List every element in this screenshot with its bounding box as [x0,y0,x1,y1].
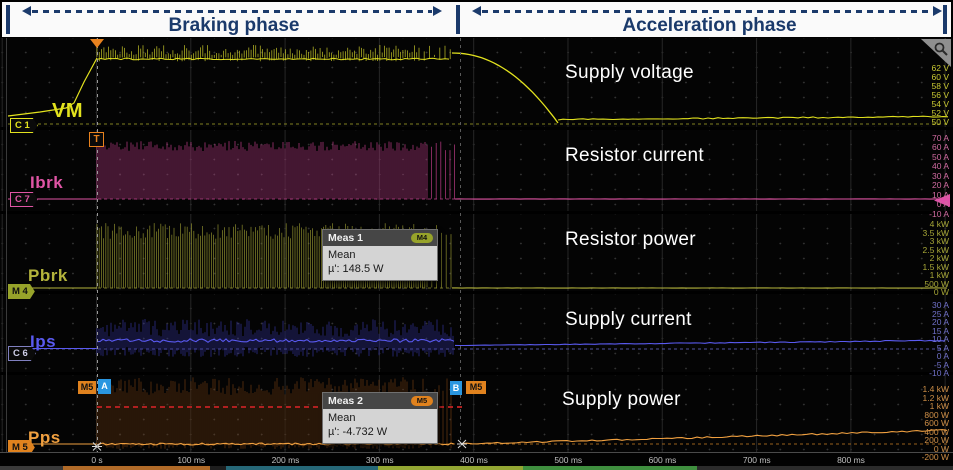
plot-left-edge [6,38,7,452]
annotation-resistor-current: Resistor current [565,145,704,167]
meas1-source-badge: M4 [411,233,433,243]
channel-badge-c1[interactable]: C 1 [10,118,38,133]
scale-label: -10 A [929,210,949,219]
ips-channel-band [0,294,953,372]
time-axis: 0 s 100 ms 200 ms 300 ms 400 ms 500 ms 600 ms 7… [0,452,953,467]
annotation-supply-power: Supply power [562,389,681,411]
meas2-box[interactable]: Meas 2 M5 Mean µ': -4.732 W [322,392,438,444]
status-strip-segment [226,466,378,470]
scale-label: 0 A [937,200,949,209]
channel-badge-c6[interactable]: C 6 [8,346,36,361]
ibrk-label: Ibrk [30,173,63,193]
ibrk-channel-band [0,130,953,211]
time-tick-label: 400 ms [444,455,504,465]
meas2-stat: Mean [328,411,432,425]
resistor-power-waveform [0,214,953,291]
meas1-box[interactable]: Meas 1 M4 Mean µ': 148.5 W [322,229,438,281]
ips-scale: 30 A25 A20 A15 A10 A5 A0 A-5 A-10 A [891,301,949,371]
status-strip-segment [378,466,523,470]
phase-banner: Braking phase Acceleration phase [2,2,951,37]
meas2-source-badge: M5 [411,396,433,406]
braking-arrow-icon [32,10,432,13]
time-tick-label: 700 ms [727,455,787,465]
status-strip-segment [210,466,226,470]
time-tick-label: 500 ms [538,455,598,465]
meas-gate-m5-left-badge[interactable]: M5 [78,381,96,394]
scale-label: 70 A [932,134,949,143]
time-tick-labels: 0 s 100 ms 200 ms 300 ms 400 ms 500 ms 600 ms 7… [67,455,881,465]
cursor-a-badge[interactable]: A [98,379,111,394]
oscilloscope-screenshot: Braking phase Acceleration phase T [0,0,953,470]
supply-voltage-waveform [0,38,953,127]
annotation-supply-current: Supply current [565,309,692,331]
scale-label: 20 A [932,181,949,190]
time-tick-label: 100 ms [161,455,221,465]
meas1-header[interactable]: Meas 1 M4 [323,230,437,246]
scale-label: 30 A [932,172,949,181]
time-tick-label: 300 ms [350,455,410,465]
trigger-badge[interactable]: T [89,132,104,147]
time-tick-label: 200 ms [256,455,316,465]
scope-graticule: T VM Ibrk Pbrk Ips Pps C 1 C 7 M 4 C 6 M… [0,38,953,470]
scale-label: 10 A [932,191,949,200]
status-strip-segment [697,466,953,470]
scale-label: 50 A [932,153,949,162]
channel-badge-m4[interactable]: M 4 [8,284,35,299]
pbrk-channel-band [0,214,953,291]
meas-gate-m5-right-badge[interactable]: M5 [466,381,486,394]
supply-current-waveform [0,294,953,372]
scale-label: 50 V [932,118,950,127]
ips-label: Ips [30,332,56,352]
braking-phase-label: Braking phase [12,15,456,37]
scale-label: 0 W [934,288,949,297]
accel-arrow-icon [482,10,932,13]
scale-label: 60 A [932,143,949,152]
banner-middle-bar [456,5,460,34]
annotation-supply-voltage: Supply voltage [565,62,694,84]
meas1-value: µ': 148.5 W [328,262,432,276]
time-tick-label: 600 ms [633,455,693,465]
pbrk-label: Pbrk [28,266,68,286]
time-tick-label: 0 s [67,455,127,465]
channel-badge-c7[interactable]: C 7 [10,192,38,207]
status-strip-segment [0,466,63,470]
meas1-title: Meas 1 [328,232,363,244]
meas2-value: µ': -4.732 W [328,425,432,439]
scale-label: -10 A [929,369,949,378]
annotation-resistor-power: Resistor power [565,229,696,251]
pps-scale: 1.4 kW1.2 kW1 kW800 W600 W400 W200 W0 W-… [891,385,949,455]
vm-scale: 62 V60 V58 V56 V54 V52 V50 V [891,64,949,127]
bottom-status-strip [0,466,953,470]
ibrk-scale: 70 A60 A50 A40 A30 A20 A10 A0 A-10 A [891,134,949,218]
vm-label: VM [52,100,83,123]
meas2-header[interactable]: Meas 2 M5 [323,393,437,409]
time-tick-label: 800 ms [821,455,881,465]
trigger-position-icon[interactable] [90,39,104,48]
banner-left-bar [6,5,10,34]
meas2-title: Meas 2 [328,395,363,407]
pbrk-scale: 4 kW3.5 kW3 kW2.5 kW2 kW1.5 kW1 kW500 W0… [891,220,949,290]
cursor-b-badge[interactable]: B [450,381,462,395]
vm-channel-band [0,38,953,127]
resistor-current-waveform [0,130,953,211]
acceleration-phase-label: Acceleration phase [472,15,947,37]
status-strip-segment [523,466,697,470]
status-strip-segment [63,466,210,470]
scale-label: 40 A [932,162,949,171]
meas1-stat: Mean [328,248,432,262]
scale-label: -200 W [922,453,949,462]
